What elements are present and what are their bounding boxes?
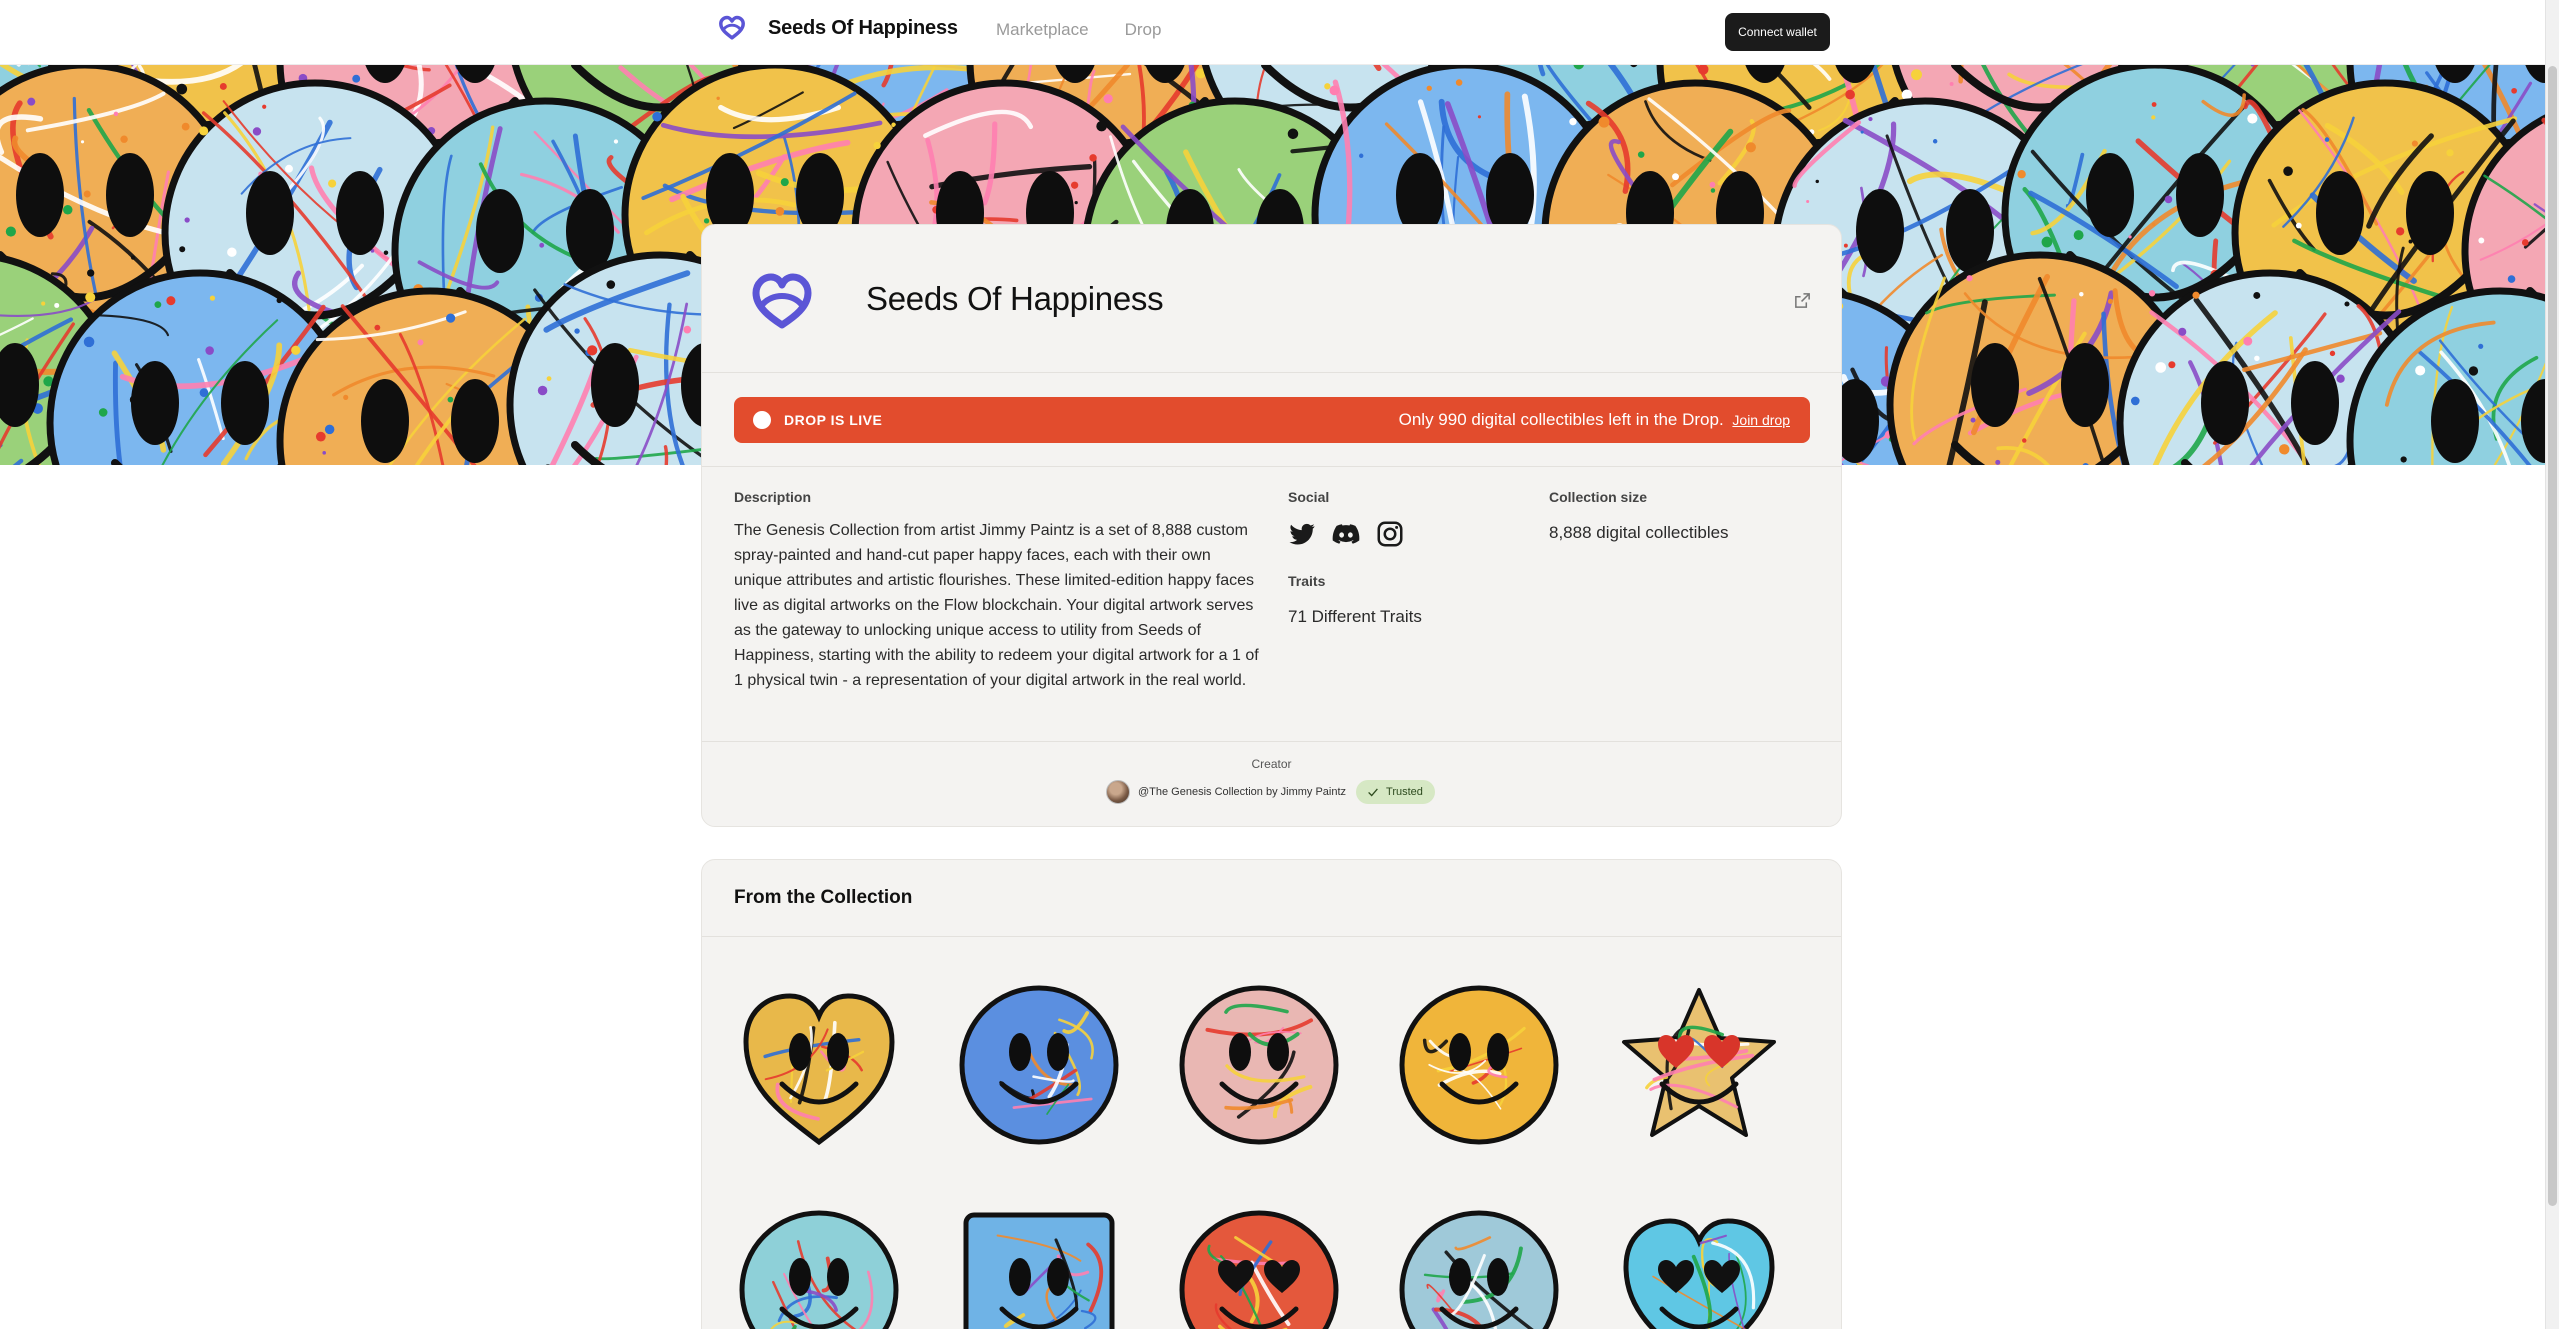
collection-size-value: 8,888 digital collectibles	[1549, 523, 1729, 542]
instagram-icon[interactable]	[1375, 519, 1405, 549]
collection-item[interactable]	[954, 1205, 1124, 1329]
creator-section: Creator @The Genesis Collection by Jimmy…	[702, 742, 1841, 826]
collection-item[interactable]	[1614, 1205, 1784, 1329]
brand-name: Seeds Of Happiness	[768, 16, 958, 39]
trusted-badge: Trusted	[1356, 780, 1435, 804]
live-dot-icon	[753, 411, 771, 429]
drop-status-section: DROP IS LIVE Only 990 digital collectibl…	[702, 373, 1841, 467]
heart-logo-icon	[718, 14, 746, 42]
collection-header: Seeds Of Happiness	[702, 225, 1841, 373]
social-label: Social	[1288, 489, 1330, 505]
scrollbar-thumb[interactable]	[2548, 66, 2557, 1206]
discord-icon[interactable]	[1331, 519, 1361, 549]
collection-item[interactable]	[734, 980, 904, 1150]
creator-row[interactable]: @The Genesis Collection by Jimmy Paintz …	[1106, 780, 1435, 804]
drop-live-label: DROP IS LIVE	[784, 412, 883, 428]
social-links	[1287, 519, 1405, 549]
twitter-icon[interactable]	[1287, 519, 1317, 549]
traits-label: Traits	[1288, 573, 1326, 589]
description-text: The Genesis Collection from artist Jimmy…	[734, 522, 1259, 689]
collection-item[interactable]	[1174, 1205, 1344, 1329]
description-label: Description	[734, 489, 812, 505]
drop-remaining-message: Only 990 digital collectibles left in th…	[1399, 410, 1790, 430]
collection-size-label: Collection size	[1549, 489, 1648, 505]
check-icon	[1368, 788, 1378, 797]
collection-card: Seeds Of Happiness DROP IS LIVE Only 990…	[701, 224, 1842, 827]
top-navigation: Seeds Of Happiness Marketplace Drop Conn…	[0, 0, 2545, 65]
collection-info: Description The Genesis Collection from …	[702, 467, 1841, 742]
creator-label: Creator	[1251, 757, 1292, 771]
main-nav: Marketplace Drop	[996, 20, 1161, 40]
connect-wallet-button[interactable]: Connect wallet	[1725, 13, 1830, 51]
collection-item[interactable]	[1394, 980, 1564, 1150]
from-collection-title: From the Collection	[734, 887, 913, 908]
collection-item[interactable]	[954, 980, 1124, 1150]
join-drop-link[interactable]: Join drop	[1732, 412, 1790, 428]
from-collection-section: From the Collection	[701, 859, 1842, 1329]
drop-live-banner: DROP IS LIVE Only 990 digital collectibl…	[734, 397, 1810, 443]
collection-logo-icon	[750, 271, 814, 331]
creator-name: @The Genesis Collection by Jimmy Paintz	[1138, 786, 1347, 798]
traits-value: 71 Different Traits	[1288, 607, 1422, 626]
brand[interactable]: Seeds Of Happiness	[718, 14, 958, 42]
trusted-label: Trusted	[1386, 786, 1423, 798]
from-collection-header: From the Collection	[702, 860, 1841, 937]
collection-item[interactable]	[1174, 980, 1344, 1150]
collection-title: Seeds Of Happiness	[866, 280, 1164, 317]
nav-drop[interactable]: Drop	[1125, 20, 1162, 40]
drop-remaining-text: Only 990 digital collectibles left in th…	[1398, 410, 1724, 429]
scrollbar[interactable]	[2545, 0, 2559, 1329]
collection-item[interactable]	[1614, 980, 1784, 1150]
external-link-icon[interactable]	[1793, 291, 1812, 310]
creator-avatar	[1106, 780, 1130, 804]
collection-item[interactable]	[1394, 1205, 1564, 1329]
collection-item[interactable]	[734, 1205, 904, 1329]
nav-marketplace[interactable]: Marketplace	[996, 20, 1089, 40]
